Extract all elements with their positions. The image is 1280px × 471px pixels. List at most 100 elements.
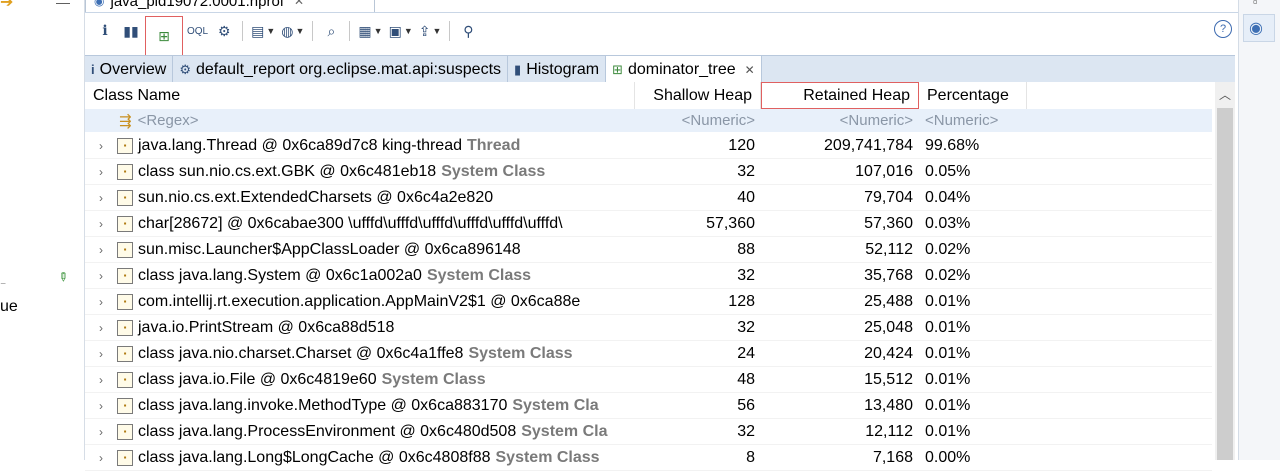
chevron-up-icon[interactable]: ︿: [1219, 86, 1231, 103]
row-name: class java.lang.invoke.MethodType @ 0x6c…: [138, 396, 508, 414]
restore-icon[interactable]: ▫: [1253, 0, 1258, 9]
cell-shallow-heap: 8: [746, 448, 755, 466]
chevron-down-icon[interactable]: ▼: [266, 26, 275, 36]
row-type-suffix: System Class: [468, 344, 573, 362]
table-row[interactable]: › ▪ java.lang.Thread @ 0x6ca89d7c8 king-th…: [85, 133, 1212, 159]
table-row[interactable]: › ▪ sun.misc.Launcher$AppClassLoader @ 0x6…: [85, 237, 1212, 263]
tab-overview[interactable]: i Overview: [85, 56, 174, 83]
cell-percentage: 0.01%: [925, 396, 971, 414]
histogram-icon[interactable]: ▮▮: [119, 19, 143, 43]
query-browser-icon[interactable]: ▦ ▼: [356, 19, 384, 43]
chevron-down-icon[interactable]: ▼: [404, 26, 413, 36]
table-row[interactable]: › ▪ class java.lang.System @ 0x6c1a002a0 Sy…: [85, 263, 1212, 289]
cell-retained-heap: 107,016: [855, 162, 913, 180]
close-icon[interactable]: ✕: [294, 0, 304, 8]
cell-percentage: 0.01%: [925, 344, 971, 362]
table-row[interactable]: › ▪ char[28672] @ 0x6cabae300 \ufffd\ufffd…: [85, 211, 1212, 237]
cell-shallow-heap: 32: [737, 422, 755, 440]
scrollbar-thumb[interactable]: [1217, 108, 1233, 460]
heap-dump-icon[interactable]: ◍ ▼: [279, 19, 306, 43]
object-icon: ▪: [117, 215, 133, 232]
tab-label: dominator_tree: [628, 60, 736, 78]
row-type-suffix: System Cla: [521, 422, 608, 440]
object-icon: ▪: [117, 423, 133, 440]
table-row[interactable]: › ▪ class sun.nio.cs.ext.GBK @ 0x6c481eb18…: [85, 159, 1212, 185]
search-icon[interactable]: ⌕: [319, 19, 343, 43]
chevron-right-icon[interactable]: ›: [91, 295, 117, 309]
toolbar-separator: [312, 21, 314, 41]
chevron-down-icon[interactable]: ▼: [432, 26, 441, 36]
group-icon[interactable]: ▣ ▼: [387, 19, 415, 43]
object-icon: ▪: [117, 293, 133, 310]
cell-shallow-heap: 32: [737, 162, 755, 180]
dominator-table: Class Name Shallow Heap Retained Heap Pe…: [85, 82, 1235, 471]
thread-overview-icon[interactable]: ⚙: [212, 19, 236, 43]
help-icon[interactable]: ?: [1214, 20, 1232, 38]
cell-shallow-heap: 32: [737, 266, 755, 284]
column-class-name[interactable]: Class Name: [85, 82, 635, 109]
vertical-scrollbar[interactable]: ︿: [1215, 82, 1235, 460]
chevron-right-icon[interactable]: ›: [91, 269, 117, 283]
cell-percentage: 0.01%: [925, 422, 971, 440]
filter-shallow-heap[interactable]: <Numeric>: [635, 109, 761, 132]
chevron-right-icon[interactable]: ›: [91, 165, 117, 179]
chevron-right-icon[interactable]: ›: [91, 347, 117, 361]
reports-icon[interactable]: ▤ ▼: [249, 19, 277, 43]
minimize-icon[interactable]: —: [56, 0, 70, 10]
chevron-right-icon[interactable]: ›: [91, 399, 117, 413]
cell-retained-heap: 12,112: [865, 422, 913, 440]
cell-retained-heap: 35,768: [864, 266, 913, 284]
chevron-right-icon[interactable]: ›: [91, 243, 117, 257]
close-icon[interactable]: ✕: [745, 63, 755, 77]
cell-percentage: 0.05%: [925, 162, 971, 180]
tab-dominator-tree[interactable]: ⊞ dominator_tree ✕: [606, 56, 762, 84]
database-icon[interactable]: ◉: [1249, 18, 1263, 38]
chevron-right-icon[interactable]: ›: [91, 451, 117, 465]
row-name: class sun.nio.cs.ext.GBK @ 0x6c481eb18: [138, 162, 437, 180]
chevron-down-icon[interactable]: ▼: [374, 26, 383, 36]
table-row[interactable]: › ▪ class java.io.File @ 0x6c4819e60 System…: [85, 367, 1212, 393]
table-row[interactable]: › ▪ class java.lang.Long$LongCache @ 0x6c4…: [85, 445, 1212, 471]
table-row[interactable]: › ▪ class java.lang.invoke.MethodType @ 0x…: [85, 393, 1212, 419]
arrow-icon[interactable]: ➔: [0, 0, 13, 12]
tab-histogram[interactable]: ▮ Histogram: [508, 56, 607, 83]
chevron-right-icon[interactable]: ›: [91, 217, 117, 231]
row-name: com.intellij.rt.execution.application.Ap…: [138, 292, 581, 310]
editor: ◉ java_pid19072.0001.hprof ✕ i ▮▮ ⊞ OQL …: [85, 0, 1238, 471]
info-icon[interactable]: i: [93, 19, 117, 43]
table-row[interactable]: › ▪ class java.nio.charset.Charset @ 0x6c4…: [85, 341, 1212, 367]
table-row[interactable]: › ▪ java.io.PrintStream @ 0x6ca88d518 32 25,…: [85, 315, 1212, 341]
chevron-right-icon[interactable]: ›: [91, 191, 117, 205]
cell-retained-heap: 15,512: [864, 370, 913, 388]
table-row[interactable]: › ▪ sun.nio.cs.ext.ExtendedCharsets @ 0x6c…: [85, 185, 1212, 211]
right-strip: ▫ ◉: [1238, 0, 1280, 460]
cell-retained-heap: 25,488: [864, 292, 913, 310]
oql-icon[interactable]: OQL: [185, 19, 210, 43]
filter-class-name[interactable]: ⇶ <Regex>: [85, 109, 635, 132]
row-type-suffix: System Class: [426, 266, 532, 284]
cell-retained-heap: 13,480: [864, 396, 913, 414]
dominator-tree-icon[interactable]: ⊞: [145, 16, 183, 56]
filter-percentage[interactable]: <Numeric>: [919, 109, 1027, 132]
tick-icon: ⁻: [0, 278, 7, 292]
column-percentage[interactable]: Percentage: [919, 82, 1027, 109]
object-icon: ▪: [117, 449, 133, 466]
table-row[interactable]: › ▪ com.intellij.rt.execution.application.…: [85, 289, 1212, 315]
chevron-right-icon[interactable]: ›: [91, 321, 117, 335]
calculate-retained-icon[interactable]: ⚲: [456, 19, 480, 43]
table-row[interactable]: › ▪ class java.lang.ProcessEnvironment @ 0…: [85, 419, 1212, 445]
column-shallow-heap[interactable]: Shallow Heap: [635, 82, 761, 109]
row-name: class java.lang.System @ 0x6c1a002a0: [138, 266, 422, 284]
pin-icon[interactable]: ✎: [55, 268, 72, 285]
export-icon[interactable]: ⇪ ▼: [417, 19, 444, 43]
column-retained-heap[interactable]: Retained Heap: [761, 82, 919, 109]
filter-retained-heap[interactable]: <Numeric>: [761, 109, 919, 132]
tab-default-report[interactable]: ⚙ default_report org.eclipse.mat.api:sus…: [173, 56, 509, 83]
chevron-right-icon[interactable]: ›: [91, 425, 117, 439]
chevron-down-icon[interactable]: ▼: [296, 26, 305, 36]
info-icon: i: [91, 62, 95, 77]
chevron-right-icon[interactable]: ›: [91, 373, 117, 387]
toolbar-separator: [349, 21, 351, 41]
row-name: class java.lang.Long$LongCache @ 0x6c480…: [138, 448, 491, 466]
chevron-right-icon[interactable]: ›: [91, 139, 117, 153]
